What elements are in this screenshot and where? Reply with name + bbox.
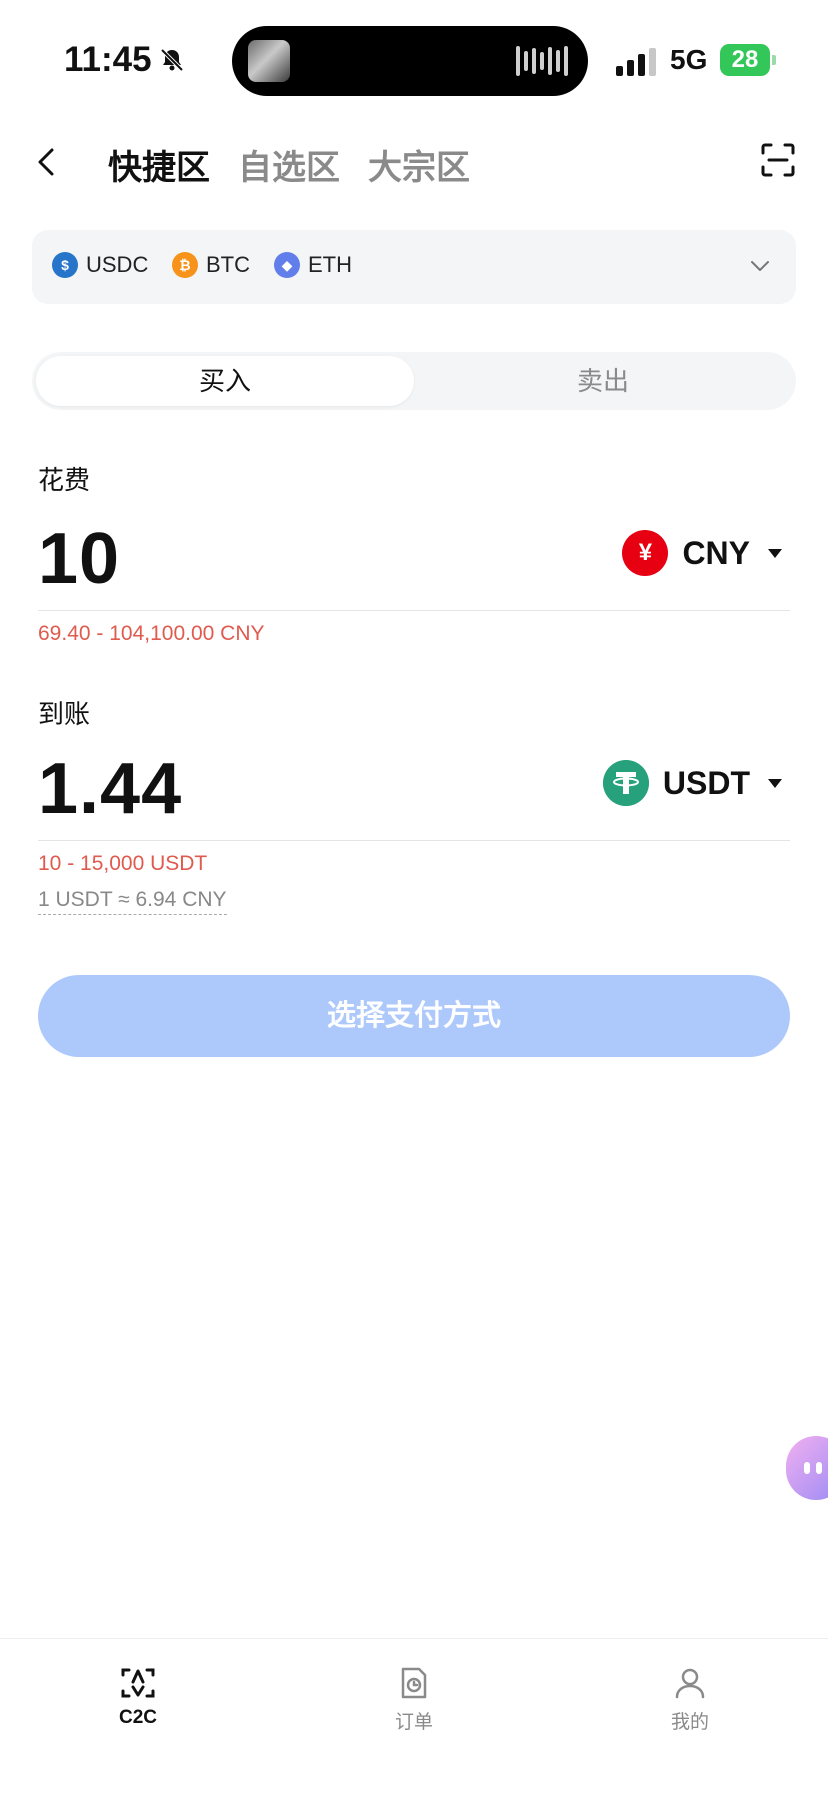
sell-option[interactable]: 卖出 — [414, 356, 792, 406]
bell-muted-icon — [160, 48, 184, 72]
spend-currency-selector[interactable]: ¥ CNY — [622, 530, 782, 576]
bottom-tab-bar: C2C 订单 我的 — [0, 1638, 828, 1800]
receive-currency-label: USDT — [662, 764, 750, 801]
coin-chip-usdc[interactable]: $ USDC — [52, 252, 148, 278]
tab-label: C2C — [118, 1707, 157, 1728]
receive-amount-input[interactable]: 1.44 — [38, 748, 182, 830]
eth-icon: ◆ — [274, 252, 300, 278]
coin-filter[interactable]: $ USDC ₿ BTC ◆ ETH — [32, 230, 796, 304]
header-nav: 快捷区 自选区 大宗区 — [0, 130, 828, 210]
tab-quick[interactable]: 快捷区 — [108, 140, 210, 189]
tab-block[interactable]: 大宗区 — [368, 140, 470, 189]
assistant-float-button[interactable] — [786, 1436, 828, 1500]
c2c-icon — [121, 1668, 155, 1698]
exchange-rate[interactable]: 1 USDT ≈ 6.94 CNY — [38, 888, 227, 915]
profile-icon — [675, 1668, 705, 1699]
tab-profile[interactable]: 我的 — [630, 1665, 750, 1734]
scan-icon[interactable] — [760, 142, 796, 178]
chevron-down-icon[interactable] — [748, 254, 772, 278]
spend-currency-label: CNY — [682, 534, 750, 571]
cny-icon: ¥ — [622, 530, 669, 576]
usdt-icon — [602, 760, 649, 806]
tab-label: 我的 — [670, 1712, 709, 1733]
coin-chip-btc[interactable]: ₿ BTC — [172, 252, 250, 278]
spend-range-hint: 69.40 - 104,100.00 CNY — [38, 622, 265, 645]
tab-c2c[interactable]: C2C — [78, 1665, 198, 1729]
btc-icon: ₿ — [172, 252, 198, 278]
battery-icon: 28 — [720, 44, 776, 76]
coin-chip-eth[interactable]: ◆ ETH — [274, 252, 352, 278]
select-payment-method-button[interactable]: 选择支付方式 — [38, 975, 790, 1057]
caret-down-icon — [768, 548, 782, 558]
tab-custom[interactable]: 自选区 — [238, 140, 340, 189]
tab-orders[interactable]: 订单 — [354, 1665, 474, 1734]
buy-sell-toggle: 买入 卖出 — [32, 352, 796, 410]
status-time: 11:45 — [64, 40, 152, 79]
network-type: 5G — [670, 44, 708, 75]
caret-down-icon — [768, 778, 782, 788]
coin-label: BTC — [206, 252, 250, 277]
now-playing-artwork — [248, 40, 290, 82]
audio-waveform-icon — [516, 44, 568, 78]
spend-amount-input[interactable]: 10 — [38, 518, 120, 600]
receive-range-hint: 10 - 15,000 USDT — [38, 852, 208, 875]
back-arrow-icon[interactable] — [30, 144, 66, 180]
divider — [38, 840, 790, 841]
tab-label: 订单 — [394, 1712, 433, 1733]
status-bar: 11:45 5G 28 — [0, 0, 828, 120]
receive-label: 到账 — [38, 699, 91, 729]
orders-icon — [401, 1667, 427, 1699]
buy-option[interactable]: 买入 — [36, 356, 414, 406]
coin-label: ETH — [308, 252, 352, 277]
cellular-signal-icon — [616, 48, 656, 76]
receive-currency-selector[interactable]: USDT — [602, 760, 782, 806]
usdc-icon: $ — [52, 252, 78, 278]
divider — [38, 610, 790, 611]
spend-label: 花费 — [38, 465, 91, 495]
coin-label: USDC — [86, 252, 149, 277]
dynamic-island[interactable] — [232, 26, 588, 96]
battery-level: 28 — [720, 44, 770, 76]
